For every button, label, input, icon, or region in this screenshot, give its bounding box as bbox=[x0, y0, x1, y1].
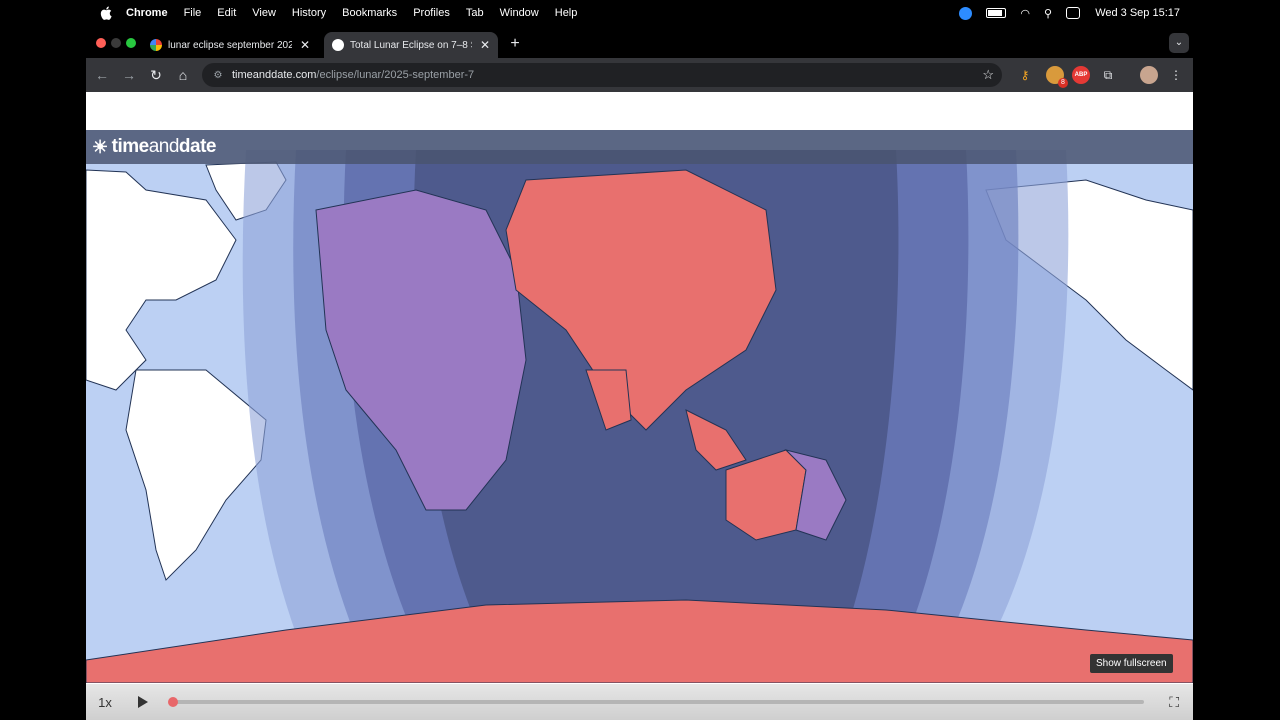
extensions-puzzle-icon[interactable]: ⧉ bbox=[1099, 66, 1117, 84]
macos-menubar: Chrome File Edit View History Bookmarks … bbox=[0, 0, 1280, 26]
page-content: ☀ time and date Show fullscreen 1x ⛶ bbox=[86, 92, 1193, 720]
google-icon bbox=[150, 39, 162, 51]
menu-bookmarks[interactable]: Bookmarks bbox=[342, 7, 397, 19]
sun-rays-icon: ☀ bbox=[92, 136, 108, 157]
zoom-status-icon[interactable] bbox=[959, 6, 973, 20]
reload-icon[interactable]: ↻ bbox=[146, 65, 166, 85]
tab-title: Total Lunar Eclipse on 7–8 Se bbox=[350, 39, 472, 51]
menu-history[interactable]: History bbox=[292, 7, 326, 19]
menu-edit[interactable]: Edit bbox=[217, 7, 236, 19]
key-extension-icon[interactable]: ⚷ bbox=[1016, 66, 1034, 84]
browser-menu-icon[interactable]: ⋮ bbox=[1167, 66, 1185, 84]
spotlight-search-icon[interactable]: ⚲ bbox=[1044, 7, 1052, 20]
eclipse-visibility-map[interactable]: ☀ time and date bbox=[86, 130, 1193, 683]
forward-arrow-icon[interactable]: → bbox=[119, 65, 139, 85]
url-domain: timeanddate.com bbox=[232, 69, 317, 81]
back-arrow-icon[interactable]: ← bbox=[92, 65, 112, 85]
browser-window: lunar eclipse september 2025 ✕ Total Lun… bbox=[86, 30, 1193, 720]
cookie-extension-icon[interactable]: 8 bbox=[1046, 66, 1068, 88]
world-map-svg bbox=[86, 130, 1193, 683]
wifi-icon[interactable]: ◠ bbox=[1020, 7, 1030, 20]
animation-controls: 1x ⛶ bbox=[86, 684, 1193, 720]
fullscreen-icon[interactable]: ⛶ bbox=[1169, 694, 1179, 711]
home-icon[interactable]: ⌂ bbox=[173, 65, 193, 85]
extension-badge: 8 bbox=[1058, 78, 1068, 88]
timeline-handle[interactable] bbox=[168, 697, 178, 707]
site-settings-icon[interactable]: ⚙ bbox=[208, 70, 228, 81]
tab-eclipse-page[interactable]: Total Lunar Eclipse on 7–8 Se ✕ bbox=[324, 32, 498, 58]
menu-app-name[interactable]: Chrome bbox=[126, 7, 168, 19]
battery-icon[interactable] bbox=[986, 8, 1007, 18]
menu-profiles[interactable]: Profiles bbox=[413, 7, 450, 19]
tab-search-chevron-icon[interactable]: ⌄ bbox=[1169, 33, 1189, 53]
tab-title: lunar eclipse september 2025 bbox=[168, 39, 292, 51]
control-center-icon[interactable] bbox=[1066, 7, 1080, 19]
address-bar[interactable]: ⚙ timeanddate.com /eclipse/lunar/2025-se… bbox=[202, 63, 1002, 87]
adblock-plus-icon[interactable]: ABP bbox=[1072, 66, 1090, 84]
url-path: /eclipse/lunar/2025-september-7 bbox=[316, 69, 475, 81]
play-icon[interactable] bbox=[138, 696, 148, 708]
profile-avatar[interactable] bbox=[1140, 66, 1158, 84]
bookmark-star-icon[interactable]: ☆ bbox=[982, 67, 994, 83]
status-icons: ◠ ⚲ bbox=[959, 0, 1080, 26]
new-tab-button[interactable]: + bbox=[505, 34, 525, 54]
logo-text-date: date bbox=[178, 136, 217, 157]
apple-icon[interactable] bbox=[100, 6, 114, 20]
zoom-window-button[interactable] bbox=[126, 38, 136, 48]
minimize-window-button[interactable] bbox=[111, 38, 121, 48]
timeanddate-logo[interactable]: ☀ time and date bbox=[92, 134, 217, 160]
tab-strip: lunar eclipse september 2025 ✕ Total Lun… bbox=[86, 30, 1193, 58]
timeanddate-favicon-icon bbox=[332, 39, 344, 51]
logo-text-and: and bbox=[148, 136, 180, 157]
menu-window[interactable]: Window bbox=[500, 7, 539, 19]
tab-close-icon[interactable]: ✕ bbox=[478, 38, 492, 52]
tab-close-icon[interactable]: ✕ bbox=[298, 38, 312, 52]
browser-toolbar: ← → ↻ ⌂ ⚙ timeanddate.com /eclipse/lunar… bbox=[86, 58, 1193, 92]
map-header-strip bbox=[86, 130, 1193, 164]
menu-view[interactable]: View bbox=[252, 7, 276, 19]
menu-file[interactable]: File bbox=[184, 7, 202, 19]
menu-help[interactable]: Help bbox=[555, 7, 578, 19]
timeline-slider[interactable] bbox=[168, 697, 1144, 707]
close-window-button[interactable] bbox=[96, 38, 106, 48]
menubar-clock[interactable]: Wed 3 Sep 15:17 bbox=[1095, 0, 1180, 26]
logo-text-time: time bbox=[111, 136, 150, 157]
menu-tab[interactable]: Tab bbox=[466, 7, 484, 19]
playback-speed-button[interactable]: 1x bbox=[86, 695, 124, 710]
fullscreen-tooltip: Show fullscreen bbox=[1090, 654, 1173, 673]
tab-google-search[interactable]: lunar eclipse september 2025 ✕ bbox=[142, 32, 318, 58]
